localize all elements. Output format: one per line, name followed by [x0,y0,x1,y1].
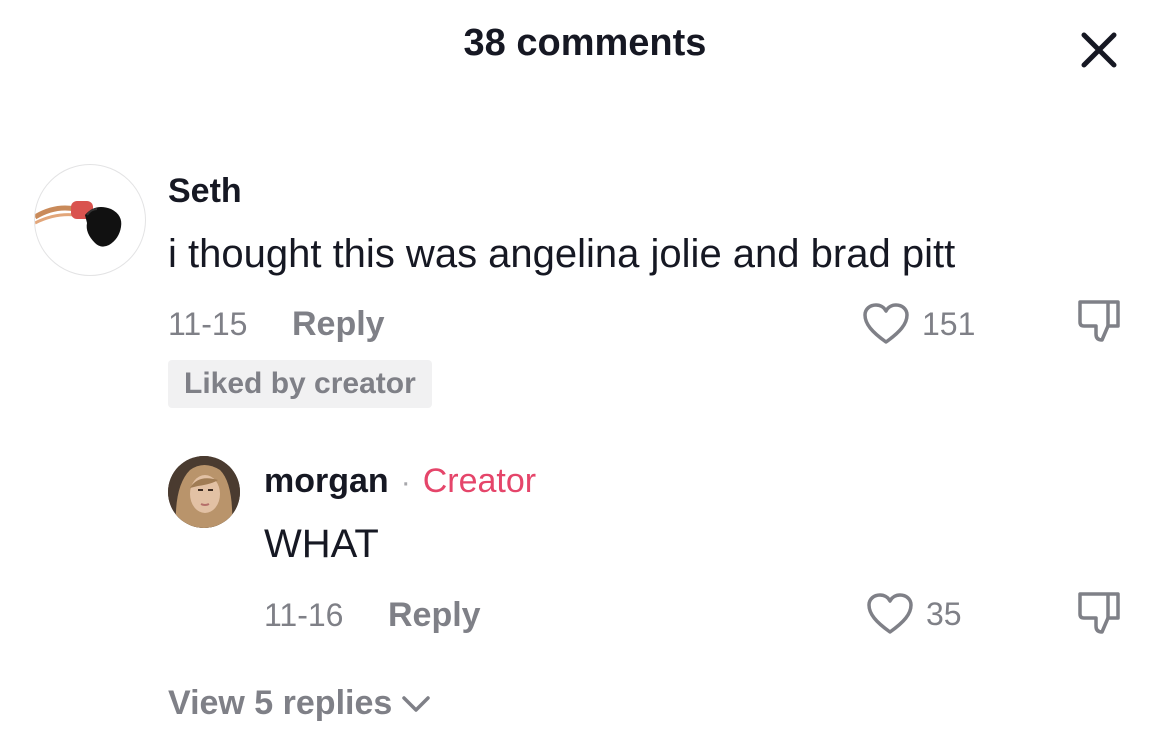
reply-username[interactable]: morgan [264,462,389,501]
view-replies-button[interactable]: View 5 replies [168,684,432,723]
reply-text: WHAT [264,522,379,566]
comment-date: 11-15 [168,306,248,342]
avatar-image [35,201,122,247]
like-count: 151 [922,305,976,342]
heart-outline-icon [863,303,909,344]
thumbs-down-icon [1078,592,1120,634]
creator-tag: Creator [422,462,537,500]
liked-by-creator-badge: Liked by creator [168,360,432,408]
view-replies-label: View 5 replies [168,684,393,722]
dislike-button[interactable] [1074,296,1124,346]
reply-dislike-button[interactable] [1074,588,1124,638]
reply-date: 11-16 [264,597,344,633]
reply-like-button[interactable]: 35 [866,592,962,636]
comment-username[interactable]: Seth [168,172,242,211]
comments-sheet: 38 comments Seth i thought this was ange… [0,0,1170,737]
chevron-down-icon [402,695,431,712]
comment-text: i thought this was angelina jolie and br… [168,232,956,276]
comments-count-title: 38 comments [463,22,707,64]
reply-header: morgan · Creator [264,462,536,501]
avatar[interactable] [34,164,146,276]
reply-reply-button[interactable]: Reply [388,596,481,635]
separator-dot: · [400,466,411,499]
reply-button[interactable]: Reply [292,305,385,344]
reply-avatar[interactable] [168,456,240,528]
thumbs-down-icon [1078,300,1120,342]
heart-outline-icon [867,593,913,634]
reply-like-count: 35 [926,595,962,632]
close-button[interactable] [1074,28,1124,72]
like-button[interactable]: 151 [862,302,975,346]
reply-avatar-image [168,456,240,528]
close-icon [1081,32,1117,68]
